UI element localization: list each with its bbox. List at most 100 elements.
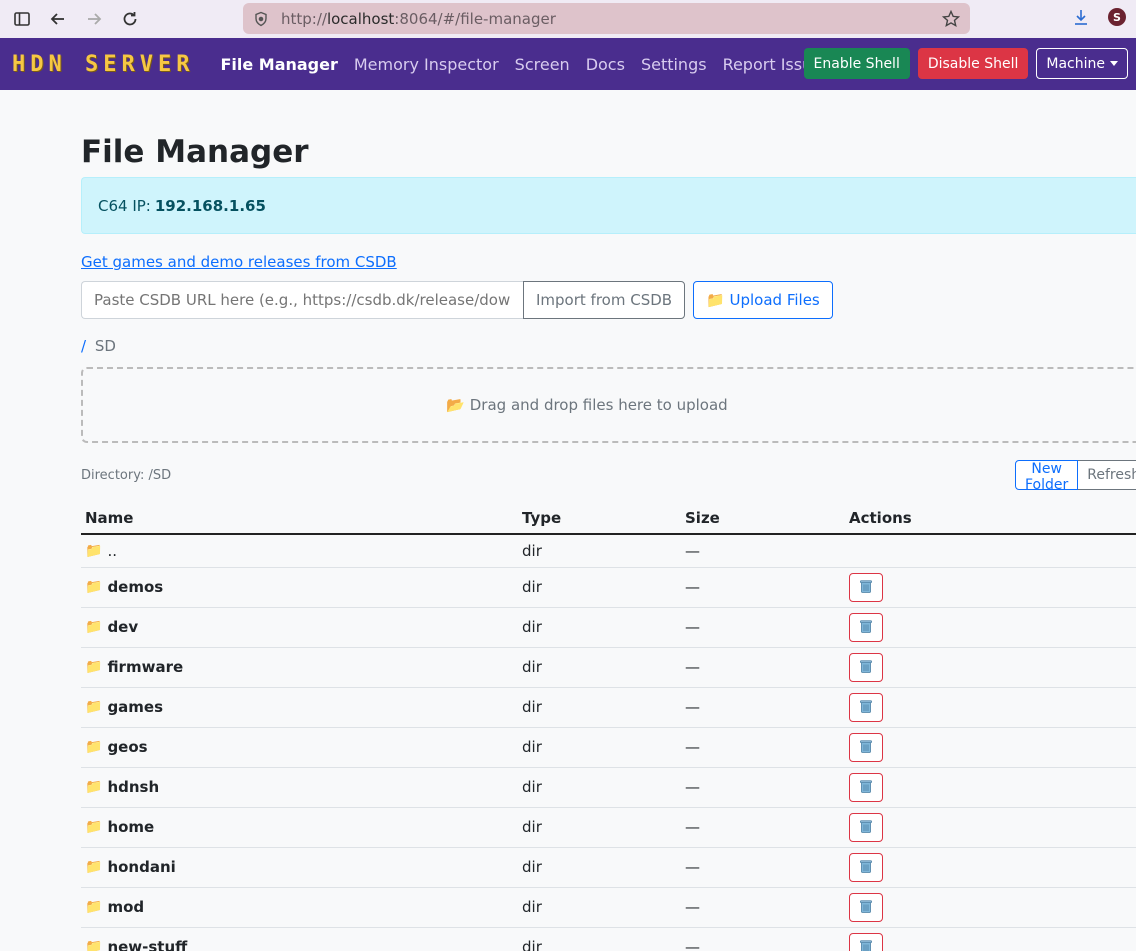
machine-label: Machine (1046, 55, 1105, 72)
header-size[interactable]: Size (681, 502, 845, 535)
delete-button[interactable] (849, 932, 883, 951)
delete-button[interactable] (849, 652, 883, 682)
table-row[interactable]: 📁 dev dir — (81, 607, 1136, 648)
delete-button[interactable] (849, 572, 883, 602)
file-size: — (681, 647, 845, 688)
refresh-button[interactable]: Refresh (1078, 460, 1136, 490)
file-name[interactable]: home (107, 818, 154, 836)
header-type[interactable]: Type (518, 502, 681, 535)
delete-button[interactable] (849, 812, 883, 842)
trash-icon (858, 658, 874, 677)
table-header-row: Name Type Size Actions (81, 502, 1136, 535)
forward-icon[interactable] (82, 7, 106, 31)
file-type: dir (518, 687, 681, 728)
delete-button[interactable] (849, 612, 883, 642)
file-name[interactable]: new-stuff (107, 938, 187, 951)
table-row[interactable]: 📁 firmware dir — (81, 647, 1136, 688)
file-size: — (681, 567, 845, 608)
sidebar-toggle-icon[interactable] (10, 7, 34, 31)
folder-icon: 📁 (85, 779, 103, 795)
folder-icon: 📁 (85, 659, 103, 675)
file-size: — (681, 847, 845, 888)
upload-dropzone[interactable]: 📂 Drag and drop files here to upload (81, 367, 1136, 443)
download-icon[interactable] (1072, 8, 1090, 26)
table-row-parent[interactable]: 📁.. dir — (81, 534, 1136, 568)
trash-icon (858, 618, 874, 637)
table-row[interactable]: 📁 games dir — (81, 687, 1136, 728)
delete-button[interactable] (849, 732, 883, 762)
file-name[interactable]: geos (107, 738, 147, 756)
reload-icon[interactable] (118, 7, 142, 31)
trash-icon (858, 778, 874, 797)
file-table: Name Type Size Actions 📁.. dir — 📁 demos d… (81, 502, 1136, 951)
file-name[interactable]: demos (107, 578, 163, 596)
table-row[interactable]: 📁 demos dir — (81, 567, 1136, 608)
file-type: dir (518, 927, 681, 951)
new-folder-button[interactable]: New Folder (1015, 460, 1079, 493)
enable-shell-button[interactable]: Enable Shell (803, 48, 910, 79)
ip-info-alert: C64 IP: 192.168.1.65 (81, 177, 1136, 234)
table-row[interactable]: 📁 new-stuff dir — (81, 927, 1136, 951)
table-row[interactable]: 📁 geos dir — (81, 727, 1136, 768)
caret-down-icon (1110, 61, 1118, 66)
header-name[interactable]: Name (81, 502, 518, 535)
breadcrumb-root[interactable]: / (81, 337, 86, 355)
address-bar[interactable]: http://localhost:8064/#/file-manager (243, 3, 970, 34)
nav-memory-inspector[interactable]: Memory Inspector (354, 55, 499, 74)
directory-label: Directory: /SD (81, 468, 172, 483)
ip-value: 192.168.1.65 (154, 196, 266, 215)
file-type: dir (518, 607, 681, 648)
bookmark-star-icon[interactable] (942, 9, 960, 28)
file-name[interactable]: mod (107, 898, 144, 916)
file-name[interactable]: dev (107, 618, 138, 636)
file-size: — (681, 727, 845, 768)
main-content: File Manager C64 IP: 192.168.1.65 Get ga… (0, 132, 1136, 951)
nav-file-manager[interactable]: File Manager (220, 55, 337, 74)
delete-button[interactable] (849, 772, 883, 802)
back-icon[interactable] (46, 7, 70, 31)
folder-icon: 📁 (85, 859, 103, 875)
url-text: http://localhost:8064/#/file-manager (281, 9, 556, 28)
nav-docs[interactable]: Docs (586, 55, 625, 74)
file-size: — (681, 807, 845, 848)
nav-screen[interactable]: Screen (515, 55, 570, 74)
folder-icon: 📁 (85, 739, 103, 755)
file-type: dir (518, 767, 681, 808)
nav-settings[interactable]: Settings (641, 55, 707, 74)
file-name[interactable]: firmware (107, 658, 183, 676)
csdb-link[interactable]: Get games and demo releases from CSDB (81, 253, 397, 271)
import-row: Import from CSDB 📁 Upload Files (81, 281, 1136, 319)
delete-button[interactable] (849, 892, 883, 922)
file-type: dir (518, 887, 681, 928)
file-name[interactable]: hondani (107, 858, 175, 876)
folder-icon: 📁 (85, 699, 103, 715)
trash-icon (858, 738, 874, 757)
table-row[interactable]: 📁 hdnsh dir — (81, 767, 1136, 808)
table-row[interactable]: 📁 hondani dir — (81, 847, 1136, 888)
file-size: — (681, 887, 845, 928)
table-row[interactable]: 📁 mod dir — (81, 887, 1136, 928)
disable-shell-button[interactable]: Disable Shell (917, 48, 1029, 79)
file-name[interactable]: hdnsh (107, 778, 159, 796)
profile-avatar[interactable]: S (1108, 8, 1126, 26)
machine-dropdown[interactable]: Machine (1036, 48, 1128, 79)
file-name[interactable]: games (107, 698, 163, 716)
trash-icon (858, 698, 874, 717)
import-csdb-button[interactable]: Import from CSDB (523, 281, 686, 319)
delete-button[interactable] (849, 852, 883, 882)
page-title: File Manager (81, 134, 309, 170)
csdb-url-input[interactable] (81, 281, 523, 319)
file-type: dir (518, 807, 681, 848)
file-size: — (681, 767, 845, 808)
trash-icon (858, 858, 874, 877)
folder-icon: 📁 (85, 542, 103, 559)
browser-toolbar: http://localhost:8064/#/file-manager S (0, 0, 1136, 38)
table-row[interactable]: 📁 home dir — (81, 807, 1136, 848)
ip-label: C64 IP: (98, 196, 151, 215)
brand-logo[interactable]: HDN SERVER (12, 52, 194, 77)
shield-icon (255, 11, 267, 26)
upload-files-button[interactable]: 📁 Upload Files (693, 281, 833, 319)
delete-button[interactable] (849, 692, 883, 722)
folder-icon: 📁 (85, 899, 103, 915)
file-name[interactable]: .. (107, 542, 117, 560)
